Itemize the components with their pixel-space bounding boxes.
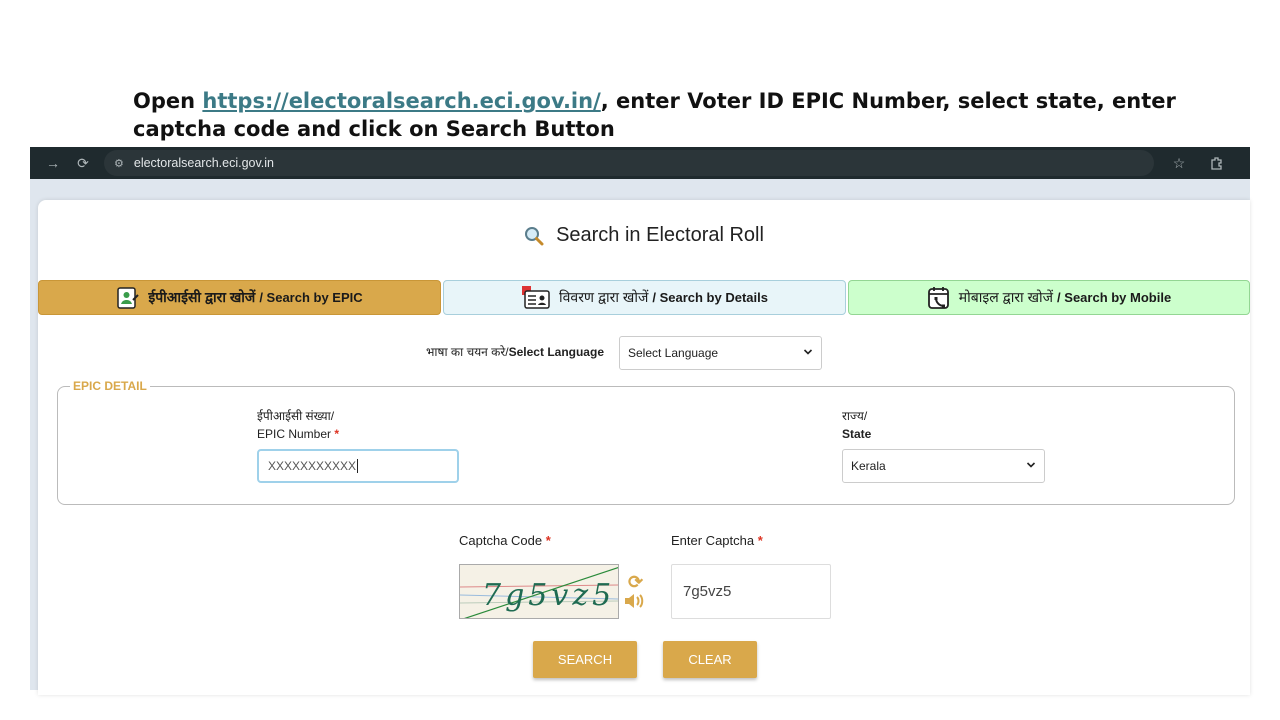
url-text: electoralsearch.eci.gov.in <box>133 156 274 170</box>
address-bar[interactable]: ⚙ electoralsearch.eci.gov.in <box>104 150 1154 176</box>
tab-epic-hindi: ईपीआईसी द्वारा खोजें <box>148 289 256 305</box>
instruction-link[interactable]: https://electoralsearch.eci.gov.in/ <box>202 89 600 113</box>
refresh-captcha-icon[interactable]: ⟳ <box>628 572 643 593</box>
captcha-image: 7g5vz5 <box>459 564 619 619</box>
state-label-english: State <box>842 427 872 441</box>
required-mark: * <box>334 427 340 441</box>
instruction-prefix: Open <box>133 89 203 113</box>
epic-number-input[interactable]: XXXXXXXXXXX <box>257 449 459 483</box>
epic-detail-fieldset: EPIC DETAIL ईपीआईसी संख्या/ EPIC Number … <box>57 379 1235 505</box>
required-mark: * <box>545 533 551 548</box>
tab-search-by-epic[interactable]: ईपीआईसी द्वारा खोजें / Search by EPIC <box>38 280 441 315</box>
epic-number-label: ईपीआईसी संख्या/ EPIC Number * <box>257 407 339 443</box>
language-label-hindi: भाषा का चयन करे/ <box>426 345 509 359</box>
captcha-input[interactable]: 7g5vz5 <box>671 564 831 619</box>
epic-detail-legend: EPIC DETAIL <box>70 379 150 393</box>
state-label-hindi: राज्य/ <box>842 409 868 423</box>
state-select-value: Kerala <box>851 459 886 473</box>
state-label: राज्य/ State <box>842 407 871 443</box>
search-button[interactable]: SEARCH <box>533 641 637 678</box>
enter-captcha-label-text: Enter Captcha <box>671 533 755 548</box>
language-label-english: Select Language <box>508 345 604 359</box>
forward-icon[interactable]: → <box>40 150 66 176</box>
search-icon <box>524 226 544 246</box>
tab-mobile-hindi: मोबाइल द्वारा खोजें <box>958 289 1054 305</box>
browser-toolbar: → ⟳ ⚙ electoralsearch.eci.gov.in ☆ <box>30 147 1250 179</box>
tab-search-by-details[interactable]: विवरण द्वारा खोजें / Search by Details <box>443 280 846 315</box>
site-settings-icon[interactable]: ⚙ <box>114 157 124 170</box>
epic-label-english: EPIC Number <box>257 427 332 441</box>
tab-search-by-mobile[interactable]: मोबाइल द्वारा खोजें / Search by Mobile <box>848 280 1250 315</box>
captcha-label-text: Captcha Code <box>459 533 543 548</box>
state-select[interactable]: Kerala <box>842 449 1045 483</box>
clear-button[interactable]: CLEAR <box>663 641 757 678</box>
captcha-input-value: 7g5vz5 <box>683 583 732 600</box>
id-card-icon <box>116 286 140 310</box>
language-row: भाषा का चयन करे/Select Language Select L… <box>38 336 1250 370</box>
language-select[interactable]: Select Language <box>619 336 822 370</box>
epic-number-value: XXXXXXXXXXX <box>268 459 357 473</box>
page-title: Search in Electoral Roll <box>38 224 1250 247</box>
audio-captcha-icon[interactable] <box>624 592 648 615</box>
captcha-code-label: Captcha Code * <box>459 533 551 548</box>
instruction-text: Open https://electoralsearch.eci.gov.in/… <box>133 87 1253 143</box>
required-mark: * <box>757 533 763 548</box>
reload-icon[interactable]: ⟳ <box>70 150 96 176</box>
extensions-icon[interactable] <box>1204 150 1230 176</box>
enter-captcha-label: Enter Captcha * <box>671 533 763 548</box>
tab-details-hindi: विवरण द्वारा खोजें <box>559 289 649 305</box>
language-label: भाषा का चयन करे/Select Language <box>426 343 604 360</box>
chevron-down-icon <box>1026 459 1036 473</box>
bookmark-star-icon[interactable]: ☆ <box>1166 150 1192 176</box>
epic-label-hindi: ईपीआईसी संख्या/ <box>257 409 335 423</box>
language-select-value: Select Language <box>628 346 719 360</box>
tab-details-english: / Search by Details <box>652 290 768 305</box>
slide: Open https://electoralsearch.eci.gov.in/… <box>0 0 1280 720</box>
chevron-down-icon <box>803 346 813 360</box>
captcha-image-text: 7g5vz5 <box>482 578 615 613</box>
details-card-icon <box>521 285 551 310</box>
search-card: Search in Electoral Roll ईपीआईसी द्वारा … <box>38 200 1250 695</box>
text-caret <box>357 459 359 473</box>
tab-mobile-english: / Search by Mobile <box>1057 290 1172 305</box>
search-tabs: ईपीआईसी द्वारा खोजें / Search by EPIC वि… <box>38 280 1250 315</box>
page-title-text: Search in Electoral Roll <box>556 224 764 246</box>
tab-epic-english: / Search by EPIC <box>259 290 363 305</box>
mobile-calendar-icon <box>927 286 951 310</box>
